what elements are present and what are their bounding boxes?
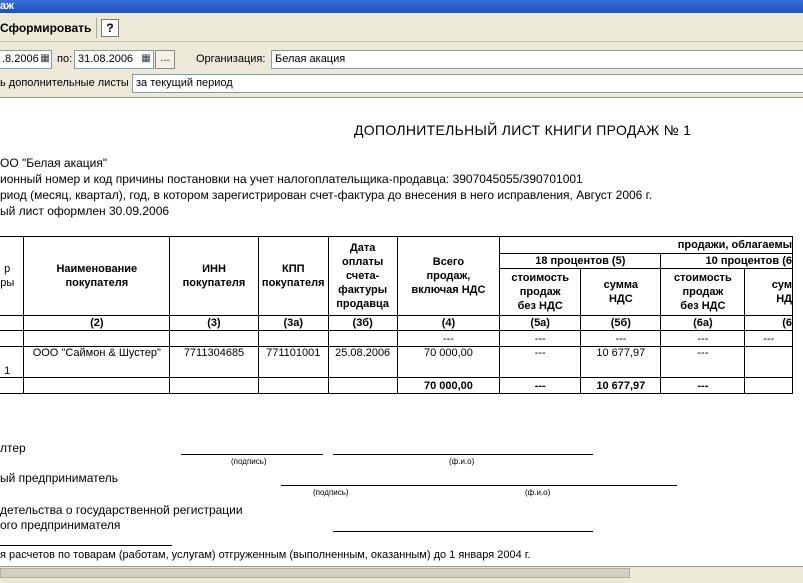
- calendar-from-icon[interactable]: ▦: [38, 51, 52, 68]
- dash-row: --- --- --- --- ---: [0, 330, 793, 347]
- seller-line: ОО "Белая акация": [0, 156, 108, 170]
- podpis-caption: (подпись): [231, 457, 267, 466]
- cell: [327, 330, 398, 347]
- cell: ---: [744, 330, 793, 347]
- total-cost-5a: ---: [499, 377, 582, 394]
- header-name: Наименование покупателя: [23, 236, 171, 316]
- cell-row-number: 1: [0, 346, 25, 378]
- document-title: ДОПОЛНИТЕЛЬНЫЙ ЛИСТ КНИГИ ПРОДАЖ № 1: [354, 122, 692, 138]
- colnum: (5б): [580, 315, 662, 331]
- cell-vat-6b: [744, 346, 793, 378]
- colnum: (3): [169, 315, 259, 331]
- header-18-percent: 18 процентов (5): [499, 253, 662, 269]
- organization-label: Организация:: [196, 53, 266, 65]
- toolbar: Сформировать ?: [0, 13, 803, 42]
- total-row: 70 000,00 --- 10 677,97 ---: [0, 377, 793, 394]
- total-cost-6a: ---: [660, 377, 746, 394]
- period-line: риод (месяц, квартал), год, в котором за…: [0, 188, 652, 202]
- signature-line: [181, 454, 323, 455]
- cert-label-1: детельства о государственной регистрации: [0, 503, 243, 517]
- inn-line: ионный номер и код причины постановки на…: [0, 172, 583, 186]
- header-vat-5b: сумма НДС: [580, 268, 662, 316]
- report-sheet: ДОПОЛНИТЕЛЬНЫЙ ЛИСТ КНИГИ ПРОДАЖ № 1 ОО …: [0, 99, 803, 566]
- cell-buyer-name: ООО "Саймон & Шустер": [23, 346, 171, 378]
- cell: ---: [499, 330, 582, 347]
- cell: [23, 330, 171, 347]
- to-label: по:: [57, 53, 73, 65]
- table-row: 1 ООО "Саймон & Шустер" 7711304685 77110…: [0, 346, 793, 378]
- cell-pay-date: 25.08.2006: [327, 346, 398, 378]
- window-title: аж: [0, 0, 14, 12]
- header-vat-6b: сум НД: [744, 268, 793, 316]
- colnum: [0, 315, 25, 331]
- header-total: Всего продаж, включая НДС: [396, 236, 501, 316]
- sheets-value: за текущий период: [136, 77, 233, 89]
- toolbar-separator: [96, 18, 97, 38]
- signature-line-2: [281, 485, 677, 486]
- cell-buyer-inn: 7711304685: [169, 346, 259, 378]
- colnum: (4): [396, 315, 501, 331]
- cell-cost-6a: ---: [660, 346, 746, 378]
- cert-label-2: ого предпринимателя: [0, 518, 121, 532]
- sheets-label: ь дополнительные листы: [0, 77, 129, 89]
- cell-total: 70 000,00: [396, 346, 501, 378]
- cell-buyer-kpp: 771101001: [257, 346, 329, 378]
- header-pay-date: Дата оплаты счета- фактуры продавца: [327, 236, 398, 316]
- date-from-value: .8.2006: [2, 53, 39, 65]
- colnum: (3б): [327, 315, 398, 331]
- cell-vat-5b: 10 677,97: [580, 346, 662, 378]
- header-inn: ИНН покупателя: [169, 236, 259, 316]
- generate-label: Сформировать: [0, 21, 92, 35]
- fio-caption: (ф.и.о): [449, 457, 475, 466]
- name-line: [333, 454, 593, 455]
- cell: ---: [660, 330, 746, 347]
- period-select-button[interactable]: ...: [155, 50, 175, 69]
- footnote: я расчетов по товарам (работам, услугам)…: [0, 549, 531, 561]
- header-10-percent: 10 процентов (6: [660, 253, 793, 269]
- cell: [0, 330, 25, 347]
- window-titlebar: аж: [0, 0, 803, 13]
- colnum: (6: [744, 315, 793, 331]
- header-col1: р ры: [0, 236, 25, 316]
- sheets-select[interactable]: за текущий период: [132, 74, 803, 93]
- cell: [257, 330, 329, 347]
- help-button[interactable]: ?: [101, 19, 119, 37]
- date-to-value: 31.08.2006: [78, 53, 134, 65]
- colnum: (3а): [257, 315, 329, 331]
- header-cost-6a: стоимость продаж без НДС: [660, 268, 746, 316]
- header-taxed: продажи, облагаемы: [499, 236, 793, 254]
- cell: ---: [396, 330, 501, 347]
- cert-line: [333, 531, 593, 532]
- status-bar: [0, 566, 803, 583]
- sales-table: р ры Наименование покупателя ИНН покупат…: [0, 236, 793, 394]
- horizontal-scrollbar[interactable]: [0, 568, 630, 578]
- sheet-date-line: ый лист оформлен 30.09.2006: [0, 204, 170, 218]
- organization-value: Белая акация: [275, 53, 346, 65]
- calendar-to-icon[interactable]: ▦: [139, 51, 153, 68]
- podpis-caption-2: (подпись): [313, 488, 349, 497]
- total-sum: 70 000,00: [396, 377, 501, 394]
- header-kpp: КПП покупателя: [257, 236, 329, 316]
- cell: [169, 330, 259, 347]
- header-cost-5a: стоимость продаж без НДС: [499, 268, 582, 316]
- colnum: (2): [23, 315, 171, 331]
- colnum: (5а): [499, 315, 582, 331]
- colnum: (6а): [660, 315, 746, 331]
- accountant-label: лтер: [0, 441, 26, 455]
- total-vat-5b: 10 677,97: [580, 377, 662, 394]
- cell: ---: [580, 330, 662, 347]
- organization-input[interactable]: Белая акация: [271, 50, 803, 69]
- cell-cost-5a: ---: [499, 346, 582, 378]
- fio-caption-2: (ф.и.о): [525, 488, 551, 497]
- column-number-row: (2) (3) (3а) (3б) (4) (5а) (5б) (6а) (6: [0, 315, 793, 331]
- footnote-divider: [0, 545, 172, 546]
- parameters-panel: .8.2006 ▦ по: 31.08.2006 ▦ ... Организац…: [0, 42, 803, 98]
- entrepreneur-label: ый предприниматель: [0, 471, 119, 485]
- generate-button[interactable]: Сформировать: [0, 18, 91, 38]
